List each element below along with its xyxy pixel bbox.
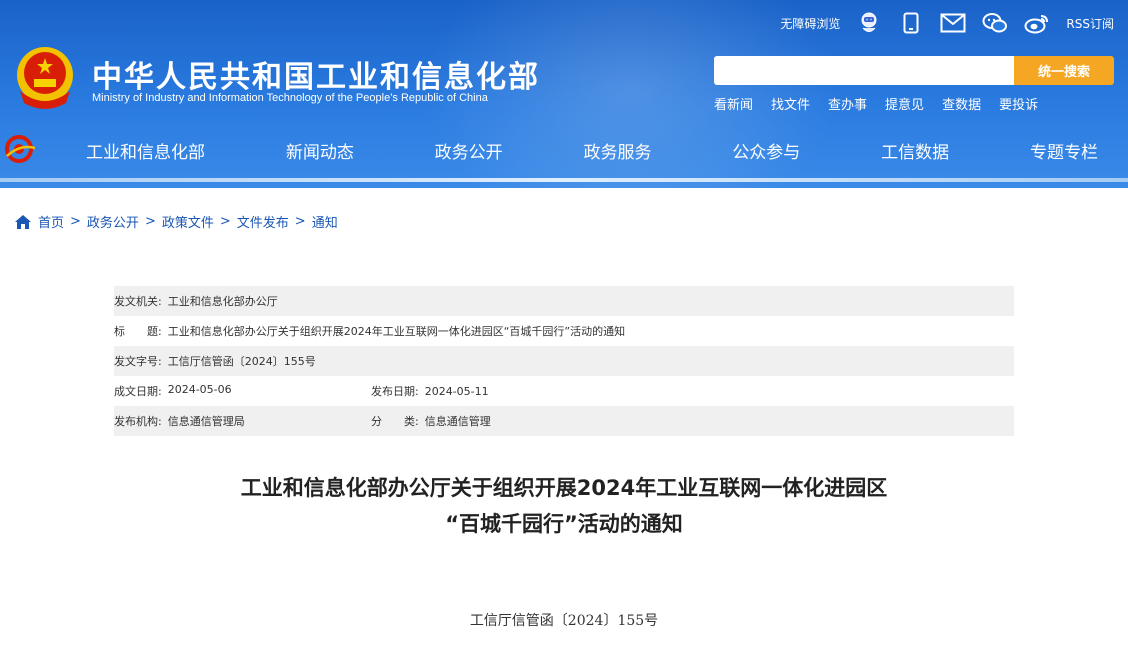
meta-value-issuer: 工业和信息化部办公厅 xyxy=(167,295,278,308)
breadcrumb-notice[interactable]: 通知 xyxy=(312,212,338,231)
document-title: 工业和信息化部办公厅关于组织开展2024年工业互联网一体化进园区 “百城千园行”… xyxy=(0,470,1128,542)
breadcrumb-home[interactable]: 首页 xyxy=(38,212,64,231)
weibo-icon[interactable] xyxy=(1024,10,1050,36)
nav-item-news[interactable]: 新闻动态 xyxy=(286,138,354,163)
meta-label: 标 题: xyxy=(114,325,162,338)
quicklink-documents[interactable]: 找文件 xyxy=(771,94,810,113)
quick-links: 看新闻 找文件 查办事 提意见 查数据 要投诉 xyxy=(714,94,1038,113)
wechat-icon[interactable] xyxy=(982,10,1008,36)
breadcrumb-gov-affairs[interactable]: 政务公开 xyxy=(87,212,139,231)
breadcrumb-separator: > xyxy=(219,214,231,229)
meta-row-issuer: 发文机关: 工业和信息化部办公厅 xyxy=(114,286,1014,316)
document-metadata-table: 发文机关: 工业和信息化部办公厅 标 题: 工业和信息化部办公厅关于组织开展20… xyxy=(114,286,1014,436)
site-header: 无障碍浏览 RSS订阅 中华人民共和国工业和信息化部 Ministry of I… xyxy=(0,0,1128,188)
mobile-icon[interactable] xyxy=(898,10,924,36)
document-number: 工信厅信管函〔2024〕155号 xyxy=(469,613,659,629)
meta-row-title: 标 题: 工业和信息化部办公厅关于组织开展2024年工业互联网一体化进园区“百城… xyxy=(114,316,1014,346)
search-input[interactable] xyxy=(714,56,1014,85)
nav-item-gov-affairs[interactable]: 政务公开 xyxy=(435,138,503,163)
main-nav: 工业和信息化部 新闻动态 政务公开 政务服务 公众参与 工信数据 专题专栏 xyxy=(0,122,1128,178)
meta-label: 发布机构: xyxy=(114,415,162,428)
meta-label: 成文日期: xyxy=(114,385,162,398)
national-emblem-icon xyxy=(17,47,73,109)
rss-link[interactable]: RSS订阅 xyxy=(1066,15,1114,32)
meta-value-category: 信息通信管理 xyxy=(424,415,491,428)
meta-label: 发文机关: xyxy=(114,295,162,308)
nav-item-public-participation[interactable]: 公众参与 xyxy=(732,138,800,163)
meta-value-title: 工业和信息化部办公厅关于组织开展2024年工业互联网一体化进园区“百城千园行”活… xyxy=(167,325,626,338)
home-icon[interactable] xyxy=(14,214,32,230)
document-title-line-2: “百城千园行”活动的通知 xyxy=(445,512,683,536)
nav-item-data[interactable]: 工信数据 xyxy=(881,138,949,163)
nav-item-gov-services[interactable]: 政务服务 xyxy=(583,138,651,163)
quicklink-services[interactable]: 查办事 xyxy=(828,94,867,113)
meta-value-published: 2024-05-11 xyxy=(424,384,489,398)
mail-icon[interactable] xyxy=(940,10,966,36)
meta-row-agency: 发布机构: 信息通信管理局 分 类: 信息通信管理 xyxy=(114,406,1014,436)
top-utility-bar: 无障碍浏览 RSS订阅 xyxy=(780,10,1114,36)
nav-divider xyxy=(0,178,1128,182)
robot-assistant-icon[interactable] xyxy=(856,10,882,36)
meta-label: 发文字号: xyxy=(114,355,162,368)
meta-label: 分 类: xyxy=(371,415,419,428)
breadcrumb: 首页 > 政务公开 > 政策文件 > 文件发布 > 通知 xyxy=(14,212,338,231)
meta-row-dates: 成文日期: 2024-05-06 发布日期: 2024-05-11 xyxy=(114,376,1014,406)
nav-item-ministry[interactable]: 工业和信息化部 xyxy=(86,138,205,163)
meta-value-agency: 信息通信管理局 xyxy=(167,415,245,428)
breadcrumb-separator: > xyxy=(144,214,156,229)
ministry-logo-icon[interactable] xyxy=(4,134,36,164)
quicklink-complaint[interactable]: 要投诉 xyxy=(999,94,1038,113)
breadcrumb-separator: > xyxy=(70,214,81,229)
quicklink-feedback[interactable]: 提意见 xyxy=(885,94,924,113)
meta-label: 发布日期: xyxy=(371,385,419,398)
search-button[interactable]: 统一搜索 xyxy=(1014,56,1114,85)
accessibility-link[interactable]: 无障碍浏览 xyxy=(780,15,840,32)
breadcrumb-separator: > xyxy=(294,214,306,229)
meta-row-docno: 发文字号: 工信厅信管函〔2024〕155号 xyxy=(114,346,1014,376)
meta-value-docno: 工信厅信管函〔2024〕155号 xyxy=(167,355,316,368)
site-subtitle: Ministry of Industry and Information Tec… xyxy=(92,92,488,104)
breadcrumb-document-release[interactable]: 文件发布 xyxy=(237,212,289,231)
quicklink-data[interactable]: 查数据 xyxy=(942,94,981,113)
meta-value-created: 2024-05-06 xyxy=(167,383,232,396)
breadcrumb-policy-documents[interactable]: 政策文件 xyxy=(162,212,214,231)
nav-item-topics[interactable]: 专题专栏 xyxy=(1030,138,1098,163)
site-title[interactable]: 中华人民共和国工业和信息化部 xyxy=(92,52,540,96)
quicklink-news[interactable]: 看新闻 xyxy=(714,94,753,113)
document-title-line-1: 工业和信息化部办公厅关于组织开展2024年工业互联网一体化进园区 xyxy=(240,476,888,500)
